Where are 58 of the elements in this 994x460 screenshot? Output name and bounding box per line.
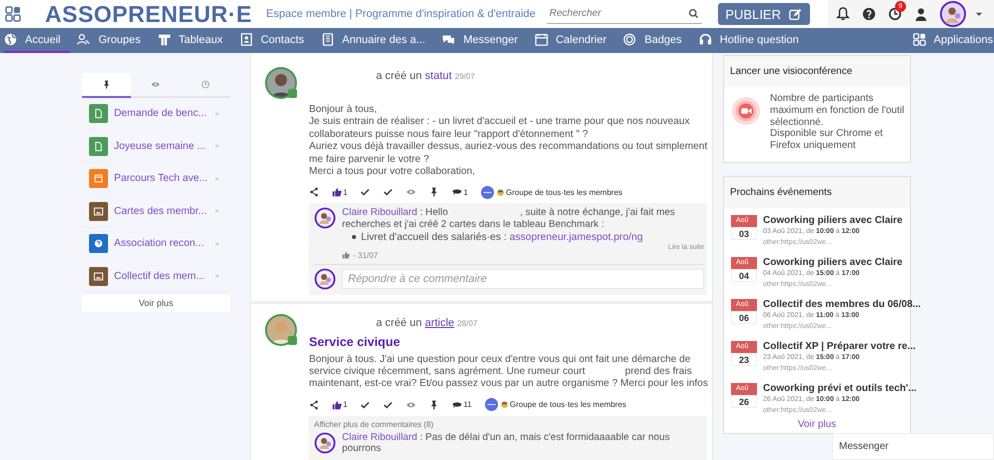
comment-text: Claire Ribouillard : Pas de délai d'un an, mais c'est formidaaaable car nous pourrons — [342, 432, 671, 456]
more-comments-link[interactable]: Afficher plus de commentaires (8) — [314, 420, 434, 429]
group-link[interactable]: Groupe de tous·tes les membres — [510, 400, 626, 410]
sidebar-link[interactable]: Joyeuse semaine ... — [114, 140, 206, 152]
more-button[interactable]: Voir plus — [82, 294, 230, 312]
day-number: 06 — [731, 310, 757, 324]
nav-tab[interactable]: Badges — [623, 28, 692, 53]
day-number: 23 — [731, 352, 757, 366]
bullet-item: Livret d'accueil des salariés·es : assopreneur.jamespot.pro/ng — [361, 232, 643, 243]
sidebar-link[interactable]: Cartes des membr... — [114, 206, 207, 217]
search-field[interactable]: Rechercher — [547, 4, 686, 22]
nav-tab[interactable]: Tableaux — [158, 28, 233, 53]
comment-count: 1 — [463, 188, 468, 197]
group-link[interactable]: Groupe de tous·tes les membres — [506, 188, 622, 197]
site-tagline: Espace membre | Programme d'inspiration & d'entraide — [266, 8, 536, 20]
nav-tab[interactable]: Groupes — [77, 28, 151, 53]
post-type-link[interactable]: statut — [424, 70, 452, 82]
post-text: Bonjour à tous. J'ai une question pour ceux d'entre vous qui ont fait une démarche de service civique récemment, sans agrément. Une rumeur court prend des frais maintenant, est-ce vrai? Et/ou passez vous par un autre organisme ? Merci pour les infos — [309, 354, 709, 391]
nav-tab[interactable]: Messenger — [442, 28, 528, 53]
sidebar-link[interactable]: Demande de benc... — [114, 108, 207, 120]
nav-tab[interactable]: Annuaire des a... — [321, 28, 436, 53]
visio-description: Nombre de participants maximum en fonction de l'outil sélectionné. Disponible sur Chrome et Firefox uniquement — [770, 93, 906, 152]
event-title[interactable]: Coworking piliers avec Claire — [763, 214, 902, 227]
sidebar-link[interactable]: Parcours Tech ave... — [114, 173, 208, 184]
event-title[interactable]: Collectif des membres du 06/08... — [763, 298, 921, 311]
applications-menu[interactable]: Applications — [912, 28, 994, 53]
post-meta: a créé un statut 29/07 — [376, 70, 476, 84]
like-count: 1 — [343, 188, 348, 197]
more-link[interactable]: Voir plus — [798, 418, 836, 433]
reply-field[interactable]: Répondre à ce commentaire — [342, 268, 704, 289]
post-meta: a créé un article 28/07 — [376, 316, 478, 331]
event-title[interactable]: Coworking prévi et outils tech'... — [763, 382, 917, 395]
nav-tab[interactable]: Hotline question — [698, 28, 809, 53]
author-link[interactable]: Claire Ribouillard — [342, 207, 418, 218]
sidebar-link[interactable]: Association recon... — [114, 238, 204, 250]
comment-text: Claire Ribouillard : Hello , suite à notre échange, j'ai fait mes recherches et j'ai créé 2 cartes dans le tableau Benchmark : — [342, 207, 676, 231]
nav-tab[interactable]: Accueil — [4, 28, 70, 53]
comment-count: 11 — [463, 400, 472, 410]
messenger-tab[interactable]: Messenger — [832, 433, 994, 460]
nav-tab[interactable]: Contacts — [240, 28, 314, 53]
post-title[interactable]: Service civique — [309, 334, 400, 349]
day-number: 03 — [731, 226, 757, 240]
author-link[interactable]: Claire Ribouillard — [342, 432, 418, 443]
day-number: 26 — [731, 394, 757, 408]
sidebar-link[interactable]: Collectif des mem... — [114, 270, 204, 282]
card-title: Lancer une visioconférence — [724, 56, 910, 87]
comment-date: - 31/07 — [353, 250, 378, 260]
card-title: Prochains événements — [724, 176, 910, 208]
logo[interactable]: ASSOPRENEUR·E — [45, 0, 252, 28]
post-type-link[interactable]: article — [424, 316, 454, 329]
like-count: 1 — [343, 400, 348, 410]
day-number: 04 — [731, 268, 757, 282]
nav-tab[interactable]: Calendrier — [534, 28, 616, 53]
post-text: Bonjour à tous, Je suis entrain de réaliser : - un livret d'accueil et - une trame pour que nos nouveaux collaborateurs puisse nous faire leur "rapport d'étonnement " ? Auriez vous déjà travailler dessus, auriez-vous des recommandations ou tout simplement me faire parvenir le votre ? Merci a tous pour votre collaboration, — [309, 104, 708, 178]
event-title[interactable]: Coworking piliers avec Claire — [763, 256, 902, 269]
link[interactable]: assopreneur.jamespot.pro/ng — [509, 232, 643, 243]
event-title[interactable]: Collectif XP | Préparer votre re... — [763, 340, 916, 353]
publish-button[interactable]: PUBLIER — [718, 3, 810, 25]
